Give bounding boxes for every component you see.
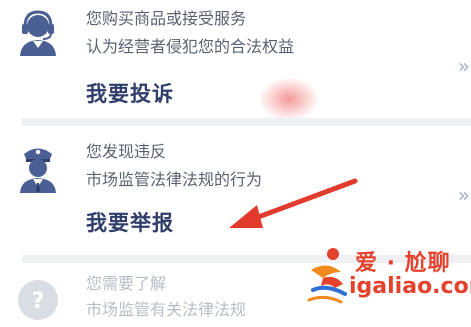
question-icon: ? (15, 277, 61, 323)
watermark-domain: igaliao.com (349, 274, 471, 299)
runner-logo-icon (307, 248, 347, 304)
annotation-arrow (229, 178, 358, 228)
customer-service-icon (15, 8, 61, 56)
complaint-description-line1: 您购买商品或接受服务 (86, 9, 247, 28)
consult-description-line1: 您需要了解 (86, 274, 167, 293)
complaint-card[interactable]: 您购买商品或接受服务 认为经营者侵犯您的合法权益 我要投诉 » (0, 0, 471, 118)
complaint-description-line2: 认为经营者侵犯您的合法权益 (86, 37, 295, 56)
report-description-line1: 您发现违反 (86, 142, 167, 161)
watermark: 爱 · 尬聊 igaliao.com (305, 242, 471, 312)
report-button[interactable]: 我要举报 (86, 207, 174, 237)
chevron-right-icon: » (457, 54, 470, 78)
divider (22, 118, 471, 126)
complaint-button[interactable]: 我要投诉 (86, 78, 174, 108)
chevron-right-icon: » (457, 183, 470, 207)
consult-description-line2: 市场监管有关法律法规 (86, 300, 247, 319)
police-officer-icon (15, 141, 61, 193)
blurred-mark (260, 78, 318, 120)
svg-text:?: ? (32, 289, 45, 314)
watermark-brand: 爱 · 尬聊 (355, 251, 451, 276)
